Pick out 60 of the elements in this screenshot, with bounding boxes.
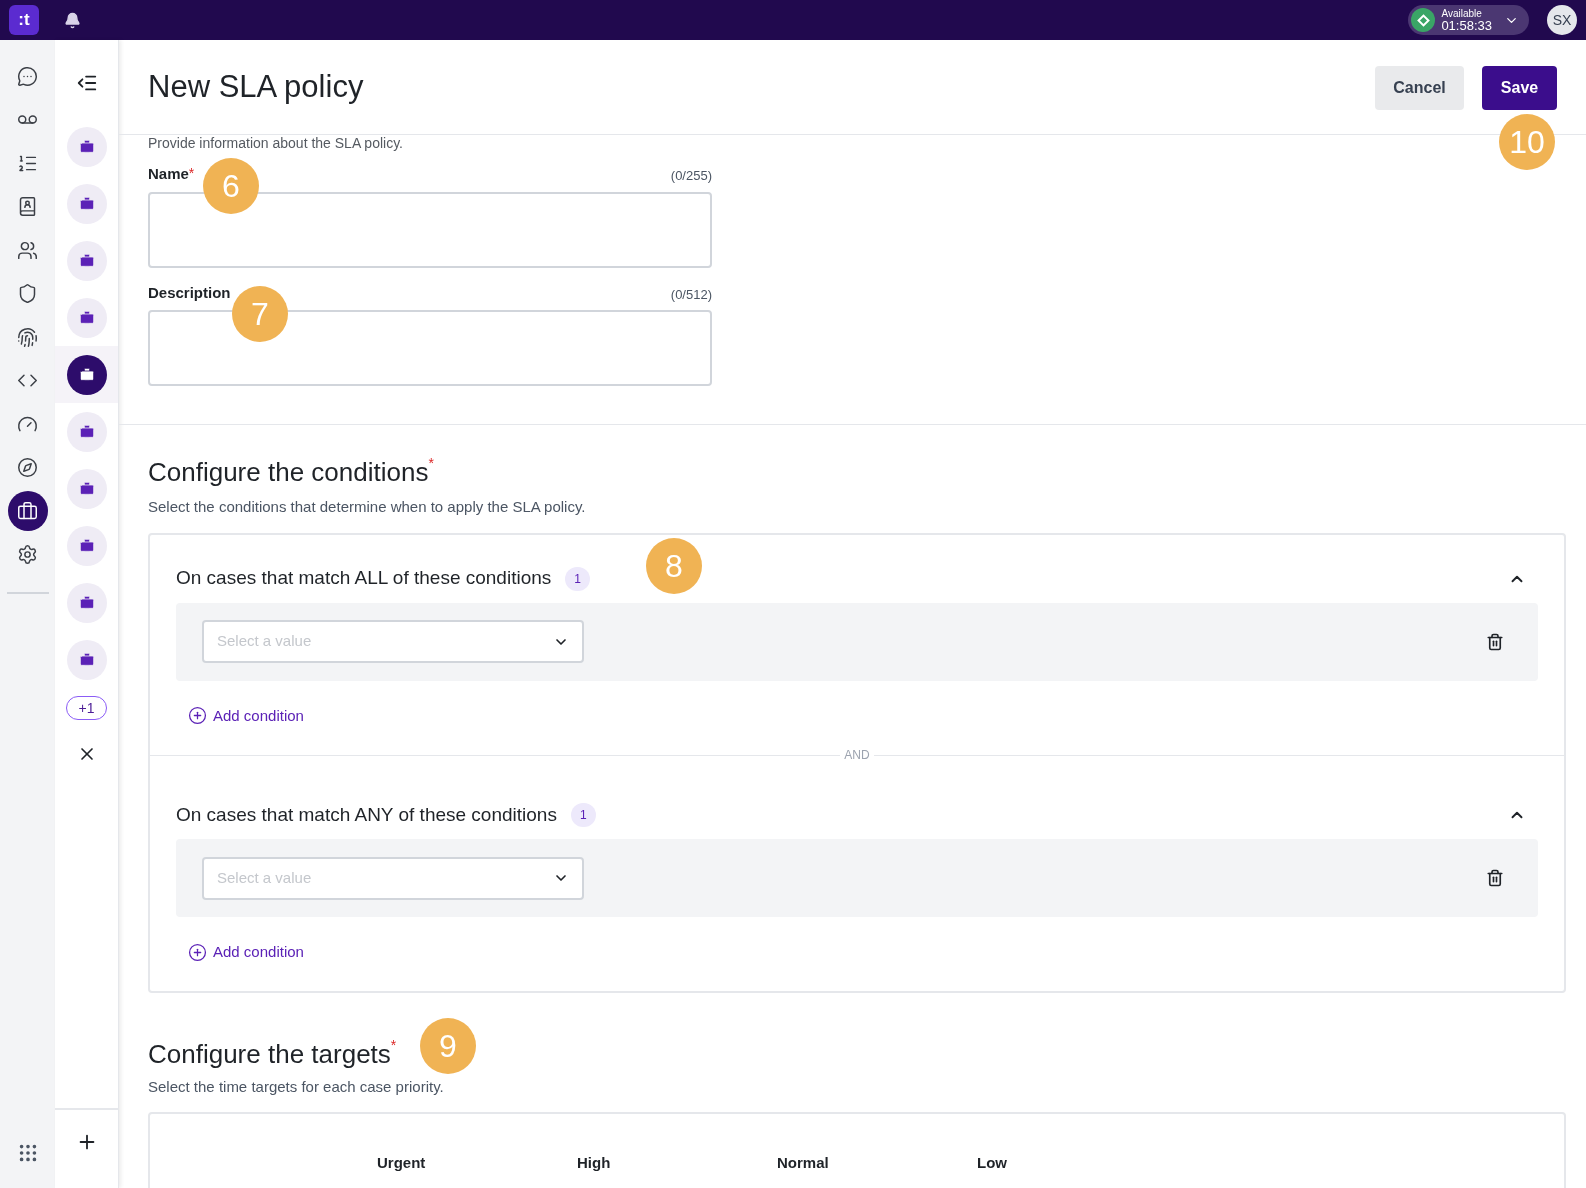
section-title: Configure the targets	[148, 1037, 391, 1071]
briefcase-icon	[17, 500, 38, 522]
count-badge: 1	[570, 803, 596, 827]
people-icon	[17, 239, 38, 261]
step-callout: 10	[1499, 114, 1555, 170]
nav-rail-button[interactable]	[7, 491, 48, 531]
section-title: Configure the conditions	[148, 456, 429, 489]
step-callout: 7	[232, 286, 288, 342]
step-callout: 9	[420, 1018, 476, 1074]
column-header: Urgent	[377, 1153, 427, 1172]
field-label: Description	[148, 282, 231, 303]
section-subtitle: Provide information about the SLA policy.	[148, 134, 403, 152]
user-avatar[interactable]: SX	[1547, 5, 1577, 35]
required-asterisk: *	[390, 1035, 397, 1053]
workspace-button[interactable]	[66, 354, 107, 395]
notification-bell-icon[interactable]	[64, 11, 81, 29]
briefcase-icon	[78, 423, 95, 440]
add-condition-link[interactable]: Add condition	[188, 941, 304, 964]
delete-icon[interactable]	[1486, 869, 1504, 887]
briefcase-icon	[78, 366, 95, 383]
briefcase-icon	[78, 651, 95, 668]
chat-bubble-icon	[17, 65, 38, 87]
group-title: On cases that match ALL of these conditions	[176, 566, 552, 591]
status-selector[interactable]: Available 01:58:33	[1408, 5, 1529, 35]
shield-icon	[17, 283, 38, 304]
briefcase-icon	[78, 537, 95, 554]
field-label: Name	[148, 164, 189, 184]
column-header: High	[577, 1153, 612, 1172]
character-counter: (0/512)	[670, 285, 712, 304]
plus-circle-icon	[188, 942, 207, 962]
delete-icon[interactable]	[1486, 632, 1504, 651]
briefcase-icon	[78, 309, 95, 326]
add-condition-link[interactable]: Add condition	[188, 704, 304, 727]
cancel-button[interactable]: Cancel	[1375, 66, 1464, 110]
settings-icon	[17, 544, 38, 565]
group-title: On cases that match ANY of these conditions	[176, 802, 557, 827]
step-callout: 6	[203, 158, 259, 214]
contact-book-icon	[17, 196, 38, 217]
save-button[interactable]: Save	[1482, 66, 1557, 110]
briefcase-icon	[78, 252, 95, 269]
fingerprint-icon	[17, 326, 38, 348]
briefcase-icon	[78, 195, 95, 212]
status-label: Available	[1441, 8, 1483, 20]
count-badge: 1	[565, 566, 590, 591]
briefcase-icon	[78, 594, 95, 611]
briefcase-icon	[78, 138, 95, 155]
page-title: New SLA policy	[148, 67, 365, 106]
character-counter: (0/255)	[670, 167, 712, 185]
plus-circle-icon	[188, 706, 207, 726]
briefcase-icon	[78, 480, 95, 497]
compass-icon	[17, 457, 38, 478]
app-logo[interactable]: :t	[9, 5, 39, 35]
column-header: Low	[977, 1153, 1008, 1172]
step-callout: 8	[646, 538, 702, 594]
section-description: Select the time targets for each case priority.	[148, 1076, 445, 1097]
section-description: Select the conditions that determine when to apply the SLA policy.	[148, 497, 587, 517]
column-header: Normal	[777, 1153, 830, 1172]
required-asterisk: *	[428, 454, 434, 473]
required-asterisk: *	[188, 164, 195, 183]
status-timer: 01:58:33	[1441, 20, 1492, 32]
